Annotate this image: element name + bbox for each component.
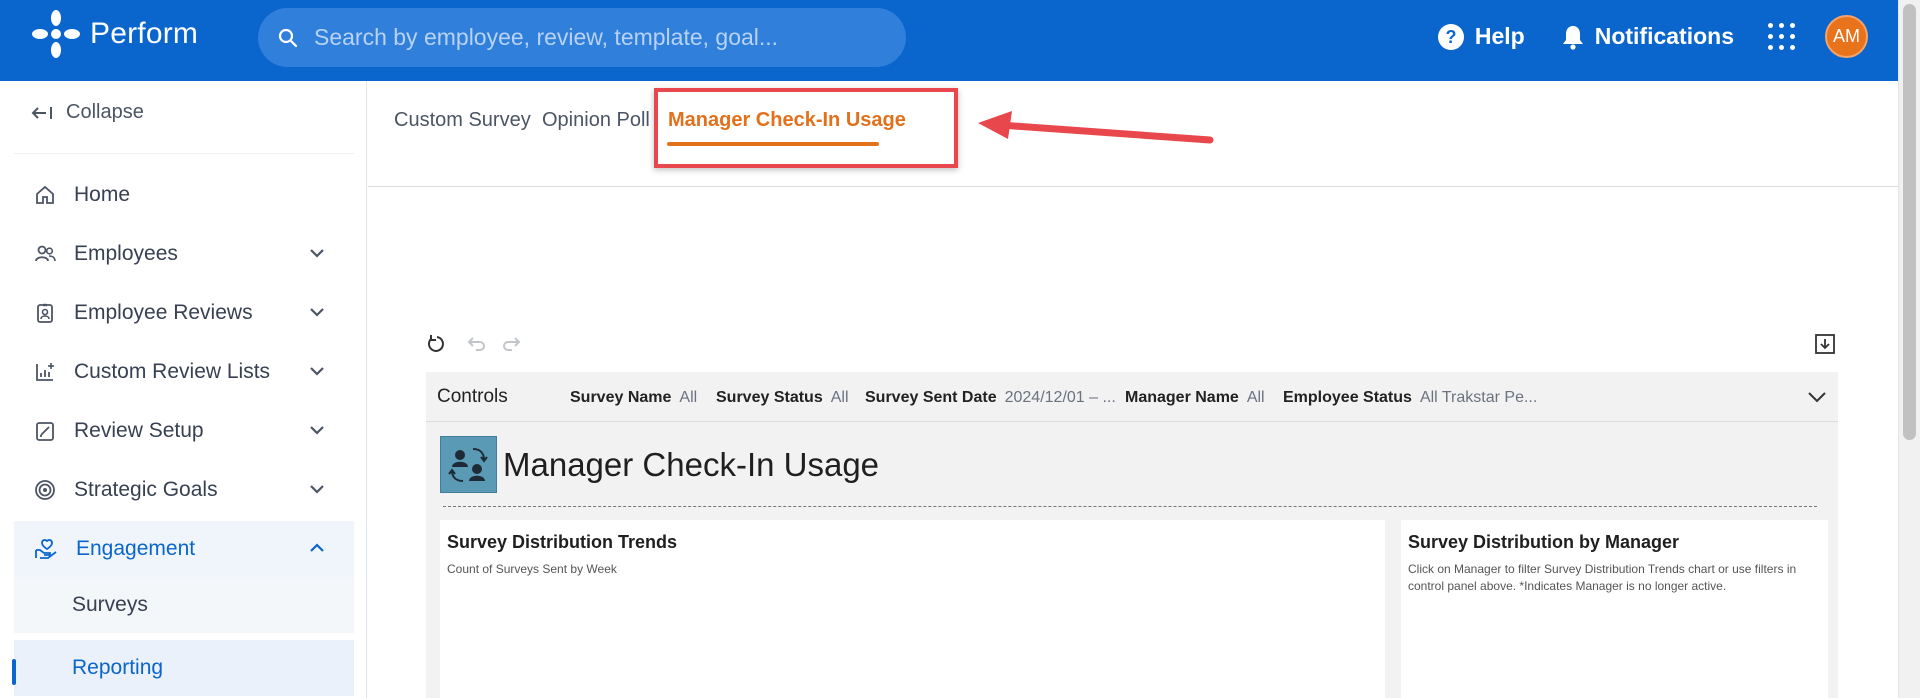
check-in-icon [440, 436, 497, 493]
target-icon [35, 480, 55, 500]
chevron-down-icon[interactable] [1806, 388, 1828, 406]
apps-grid-icon[interactable] [1768, 23, 1795, 50]
card-title: Survey Distribution Trends [447, 532, 678, 552]
undo-icon[interactable] [464, 333, 486, 355]
report-toolbar [426, 333, 1838, 359]
scrollbar-thumb[interactable] [1903, 4, 1916, 440]
card-title: Survey Distribution by Manager [1408, 532, 1680, 552]
filter-value: 2024/12/01 – ... [1004, 389, 1116, 406]
download-icon[interactable] [1814, 333, 1836, 355]
sidebar-item-review-setup[interactable]: Review Setup [14, 403, 354, 459]
search-icon [278, 28, 298, 47]
sidebar-item-label: Custom Review Lists [74, 360, 271, 383]
card-subtitle: Count of Surveys Sent by Week [447, 562, 617, 576]
card-subtitle: Click on Manager to filter Survey Distri… [1408, 562, 1797, 593]
sidebar-subitem-surveys[interactable]: Surveys [14, 577, 354, 633]
collapse-button[interactable]: Collapse [30, 101, 144, 124]
people-icon [35, 245, 56, 262]
filter-label: Survey Status [716, 389, 823, 406]
help-label: Help [1474, 23, 1525, 49]
chevron-down-icon[interactable] [308, 244, 326, 262]
sidebar-subitem-label: Surveys [72, 593, 148, 616]
active-indicator [12, 659, 16, 685]
chart-add-icon [36, 363, 54, 381]
filter-value: All Trakstar Pe... [1419, 389, 1538, 406]
sidebar-item-strategic-goals[interactable]: Strategic Goals [14, 462, 354, 518]
filter-label: Survey Sent Date [865, 389, 997, 406]
clipboard-edit-icon [36, 422, 54, 441]
notifications-link[interactable]: Notifications [1561, 23, 1734, 50]
sidebar-item-employee-reviews[interactable]: Employee Reviews [14, 285, 354, 341]
sidebar-item-label: Home [74, 183, 131, 206]
sidebar-subitem-label: Reporting [72, 656, 164, 679]
filter-employee-status[interactable]: Employee Status All Trakstar Pe... [1283, 389, 1537, 407]
collapse-label: Collapse [66, 101, 144, 123]
app-name: Perform [90, 17, 199, 50]
chevron-down-icon[interactable] [308, 421, 326, 439]
perform-logo-icon [32, 10, 80, 58]
sidebar: Collapse Home Employees Employee Reviews… [0, 81, 367, 698]
sidebar-item-home[interactable]: Home [14, 167, 354, 223]
filter-survey-name[interactable]: Survey Name All [570, 389, 697, 407]
controls-title: Controls [437, 386, 508, 407]
collapse-arrow-icon [31, 106, 52, 119]
sidebar-item-label: Employee Reviews [74, 301, 253, 324]
annotation-arrow-icon [978, 111, 1214, 144]
app-root: Perform ? Help Notifica [0, 0, 1920, 698]
filter-survey-sent-date[interactable]: Survey Sent Date 2024/12/01 – ... [865, 389, 1116, 407]
global-search[interactable] [258, 8, 906, 67]
filter-label: Employee Status [1283, 389, 1412, 406]
filter-value: All [1246, 389, 1265, 406]
reset-icon[interactable] [426, 333, 448, 355]
page-scrollbar[interactable] [1898, 0, 1920, 698]
report-panel: Controls Survey Name All Survey Status All… [426, 372, 1838, 698]
tab-custom-survey[interactable]: Custom Survey [394, 109, 531, 132]
sidebar-subitem-reporting[interactable]: Reporting [14, 640, 354, 696]
report-header: Manager Check-In Usage [440, 436, 879, 493]
filter-manager-name[interactable]: Manager Name All [1125, 389, 1265, 407]
help-link[interactable]: ? Help [1437, 23, 1525, 51]
sidebar-item-engagement[interactable]: Engagement [14, 521, 354, 577]
notifications-label: Notifications [1594, 23, 1734, 49]
top-bar: Perform ? Help Notifica [0, 0, 1898, 81]
filter-label: Survey Name [570, 389, 672, 406]
chevron-down-icon[interactable] [308, 303, 326, 321]
brand-logo[interactable]: Perform [30, 8, 198, 60]
card-survey-distribution-by-manager: Survey Distribution by Manager Click on … [1401, 520, 1828, 698]
badge-icon [37, 303, 53, 323]
filter-value: All [830, 389, 849, 406]
main-content: Custom Survey Opinion Poll Manager Check… [368, 81, 1898, 698]
header-actions: ? Help Notifications AM [1401, 0, 1868, 73]
help-icon: ? [1437, 23, 1464, 50]
redo-icon[interactable] [502, 333, 524, 355]
filter-value: All [679, 389, 698, 406]
report-title: Manager Check-In Usage [503, 445, 880, 483]
report-tabs: Custom Survey Opinion Poll Manager Check… [368, 81, 1898, 187]
sidebar-item-employees[interactable]: Employees [14, 226, 354, 282]
tab-opinion-poll[interactable]: Opinion Poll [542, 109, 650, 132]
hand-heart-icon [35, 539, 57, 559]
sidebar-item-custom-review-lists[interactable]: Custom Review Lists [14, 344, 354, 400]
sidebar-item-label: Strategic Goals [74, 478, 218, 501]
chevron-down-icon[interactable] [308, 362, 326, 380]
bell-icon [1562, 25, 1583, 50]
sidebar-divider [14, 153, 354, 154]
annotation-highlight-box [654, 88, 958, 168]
svg-text:?: ? [1445, 27, 1456, 47]
chevron-up-icon[interactable] [308, 539, 326, 557]
sidebar-item-label: Employees [74, 242, 178, 265]
search-input[interactable] [314, 24, 874, 51]
controls-bar[interactable]: Controls Survey Name All Survey Status All… [426, 372, 1838, 422]
filter-survey-status[interactable]: Survey Status All [716, 389, 849, 407]
card-survey-distribution-trends: Survey Distribution Trends Count of Surv… [440, 520, 1385, 698]
home-icon [36, 185, 54, 204]
chevron-down-icon[interactable] [308, 480, 326, 498]
sidebar-item-label: Review Setup [74, 419, 204, 442]
sidebar-item-label: Engagement [76, 537, 196, 560]
user-avatar[interactable]: AM [1825, 15, 1868, 58]
report-divider [443, 506, 1817, 507]
filter-label: Manager Name [1125, 389, 1239, 406]
